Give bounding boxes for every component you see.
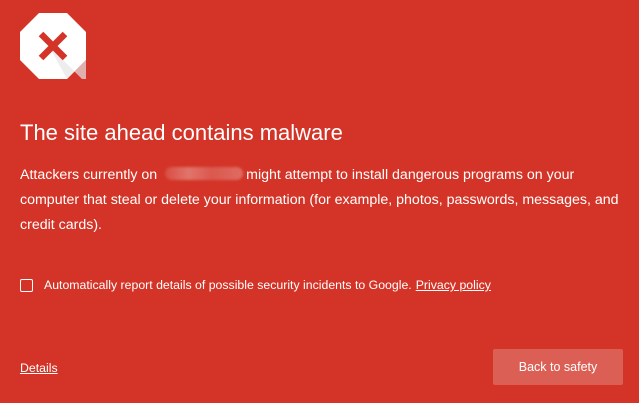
warning-message: Attackers currently on might attempt to … [20,163,625,238]
message-text-before-site: Attackers currently on [20,167,158,183]
details-link[interactable]: Details [20,360,58,376]
report-checkbox[interactable] [20,278,33,292]
malware-stop-icon [20,13,86,83]
back-to-safety-button[interactable]: Back to safety [493,349,623,385]
report-label: Automatically report details of possible… [44,278,412,292]
report-option: Automatically report details of possible… [20,276,491,294]
privacy-policy-link[interactable]: Privacy policy [416,278,491,292]
redacted-site-name [165,167,244,180]
page-title: The site ahead contains malware [20,120,343,145]
